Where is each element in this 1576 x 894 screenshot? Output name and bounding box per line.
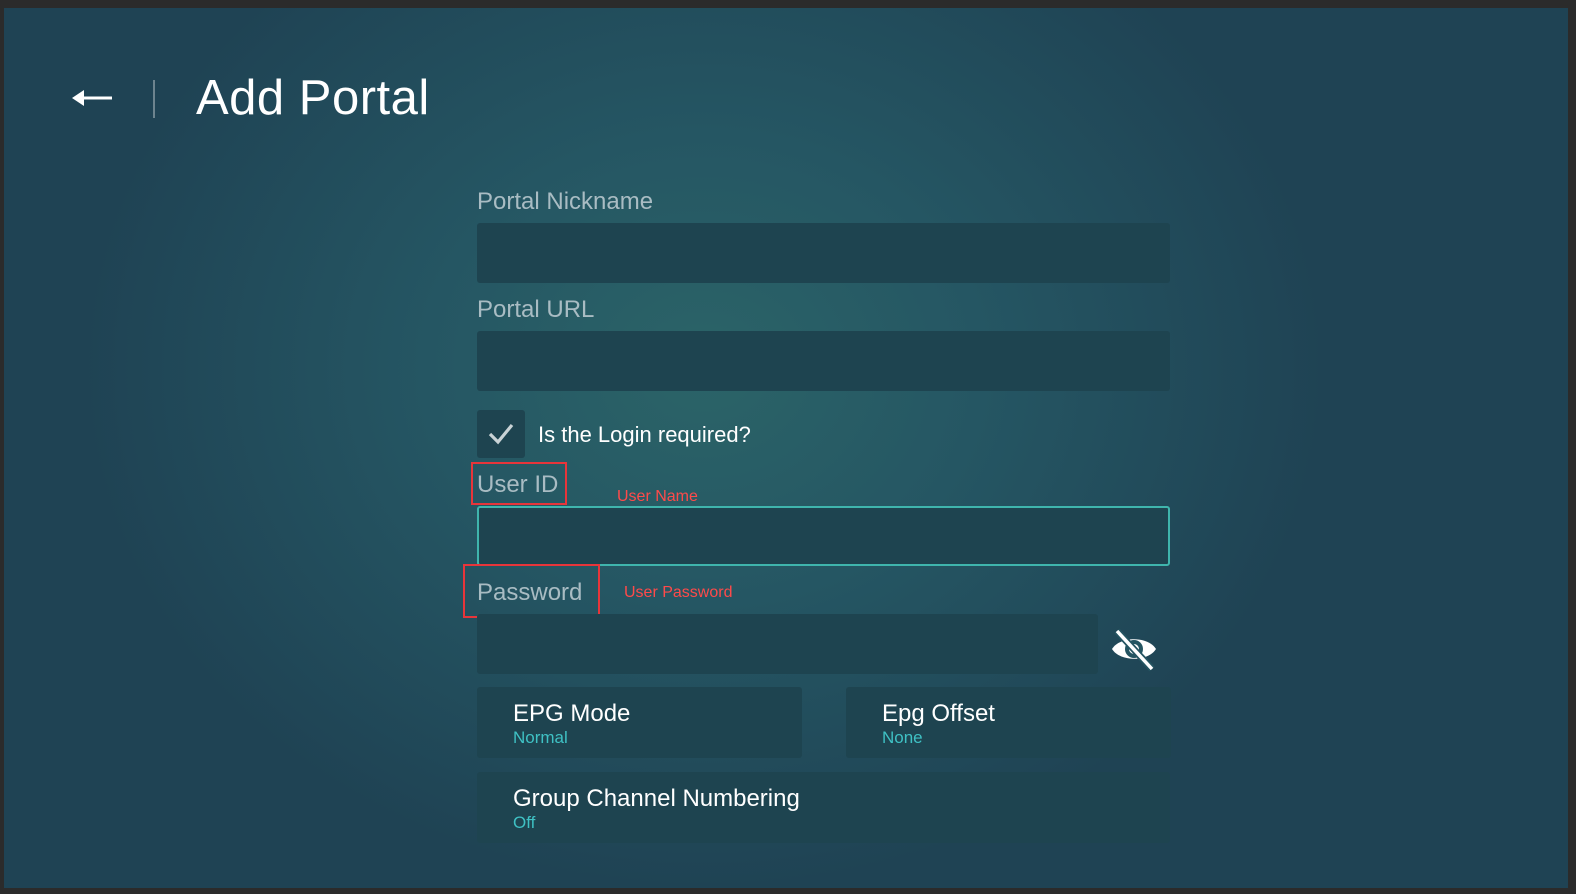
- header: Add Portal: [4, 8, 1568, 188]
- password-annotation-note: User Password: [624, 584, 733, 601]
- password-input[interactable]: [477, 614, 1098, 674]
- group-channel-numbering-option[interactable]: Group Channel Numbering Off: [477, 772, 1170, 843]
- portal-nickname-input[interactable]: [477, 223, 1170, 283]
- epg-mode-value: Normal: [513, 728, 568, 747]
- header-divider: [153, 80, 155, 118]
- back-button[interactable]: [68, 76, 120, 118]
- epg-offset-option[interactable]: Epg Offset None: [846, 687, 1171, 758]
- user-id-input[interactable]: [477, 506, 1170, 566]
- epg-mode-title: EPG Mode: [513, 700, 631, 727]
- group-channel-numbering-value: Off: [513, 813, 536, 832]
- login-required-checkbox[interactable]: [477, 410, 525, 458]
- password-annotation-box: [463, 564, 600, 618]
- user-id-annotation-note: User Name: [617, 488, 698, 505]
- epg-mode-option[interactable]: EPG Mode Normal: [477, 687, 802, 758]
- arrow-left-icon: [72, 90, 112, 106]
- user-id-annotation-box: [471, 462, 567, 505]
- screen: Add Portal Portal Nickname Portal URL Is…: [0, 0, 1576, 894]
- login-required-label: Is the Login required?: [538, 422, 751, 447]
- portal-url-input[interactable]: [477, 331, 1170, 391]
- portal-url-label: Portal URL: [477, 296, 595, 323]
- portal-nickname-label: Portal Nickname: [477, 188, 654, 215]
- group-channel-numbering-title: Group Channel Numbering: [513, 785, 800, 812]
- checkmark-icon: [488, 423, 514, 445]
- add-portal-screen: Add Portal Portal Nickname Portal URL Is…: [4, 8, 1568, 888]
- epg-offset-value: None: [882, 728, 923, 747]
- password-visibility-toggle[interactable]: [1108, 623, 1160, 675]
- epg-offset-title: Epg Offset: [882, 700, 995, 727]
- page-title: Add Portal: [196, 71, 430, 125]
- eye-slash-icon: [1112, 628, 1156, 672]
